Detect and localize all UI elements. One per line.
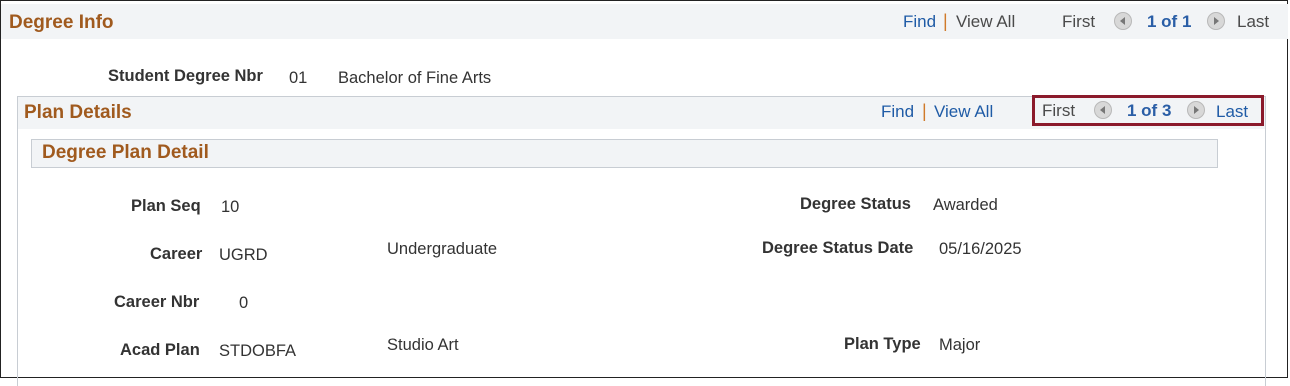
acad-plan-label: Acad Plan bbox=[120, 341, 200, 359]
degree-plan-detail-header bbox=[31, 139, 1218, 168]
degree-status-date-label: Degree Status Date bbox=[762, 239, 914, 257]
degree-info-view-all-link[interactable]: View All bbox=[956, 12, 1015, 32]
degree-info-first-link[interactable]: First bbox=[1062, 12, 1095, 32]
plan-seq-label: Plan Seq bbox=[131, 197, 201, 215]
degree-status-label: Degree Status bbox=[800, 195, 911, 213]
acad-plan-value: STDOBFA bbox=[219, 342, 297, 360]
plan-type-label: Plan Type bbox=[844, 335, 921, 353]
career-description: Undergraduate bbox=[387, 240, 498, 258]
plan-details-view-all-link[interactable]: View All bbox=[934, 102, 993, 122]
career-value: UGRD bbox=[219, 246, 268, 264]
right-arrow-icon[interactable] bbox=[1187, 101, 1205, 119]
plan-details-page-count: 1 of 3 bbox=[1127, 101, 1172, 120]
degree-info-page-count: 1 of 1 bbox=[1147, 12, 1192, 31]
degree-info-find-link[interactable]: Find bbox=[903, 12, 936, 32]
plan-details-last-link[interactable]: Last bbox=[1216, 102, 1248, 122]
acad-plan-description: Studio Art bbox=[387, 336, 459, 354]
degree-info-title: Degree Info bbox=[9, 12, 114, 33]
plan-type-value: Major bbox=[939, 336, 981, 354]
left-arrow-icon[interactable] bbox=[1094, 101, 1112, 119]
degree-plan-detail-title: Degree Plan Detail bbox=[42, 142, 209, 163]
degree-info-last-link[interactable]: Last bbox=[1237, 12, 1269, 32]
career-nbr-value: 0 bbox=[239, 294, 249, 312]
career-label: Career bbox=[150, 245, 203, 263]
separator: | bbox=[943, 11, 948, 31]
plan-details-find-link[interactable]: Find bbox=[881, 102, 914, 122]
plan-seq-value: 10 bbox=[221, 198, 240, 216]
plan-details-first-link[interactable]: First bbox=[1042, 101, 1075, 121]
degree-description: Bachelor of Fine Arts bbox=[338, 69, 492, 87]
left-arrow-icon[interactable] bbox=[1114, 12, 1132, 30]
right-arrow-icon[interactable] bbox=[1207, 12, 1225, 30]
degree-status-date-value: 05/16/2025 bbox=[939, 240, 1022, 258]
separator: | bbox=[922, 101, 927, 121]
plan-details-title: Plan Details bbox=[24, 102, 132, 123]
student-degree-nbr-label: Student Degree Nbr bbox=[108, 67, 263, 85]
degree-status-value: Awarded bbox=[933, 196, 998, 214]
student-degree-nbr-value: 01 bbox=[289, 69, 308, 87]
career-nbr-label: Career Nbr bbox=[114, 293, 200, 311]
